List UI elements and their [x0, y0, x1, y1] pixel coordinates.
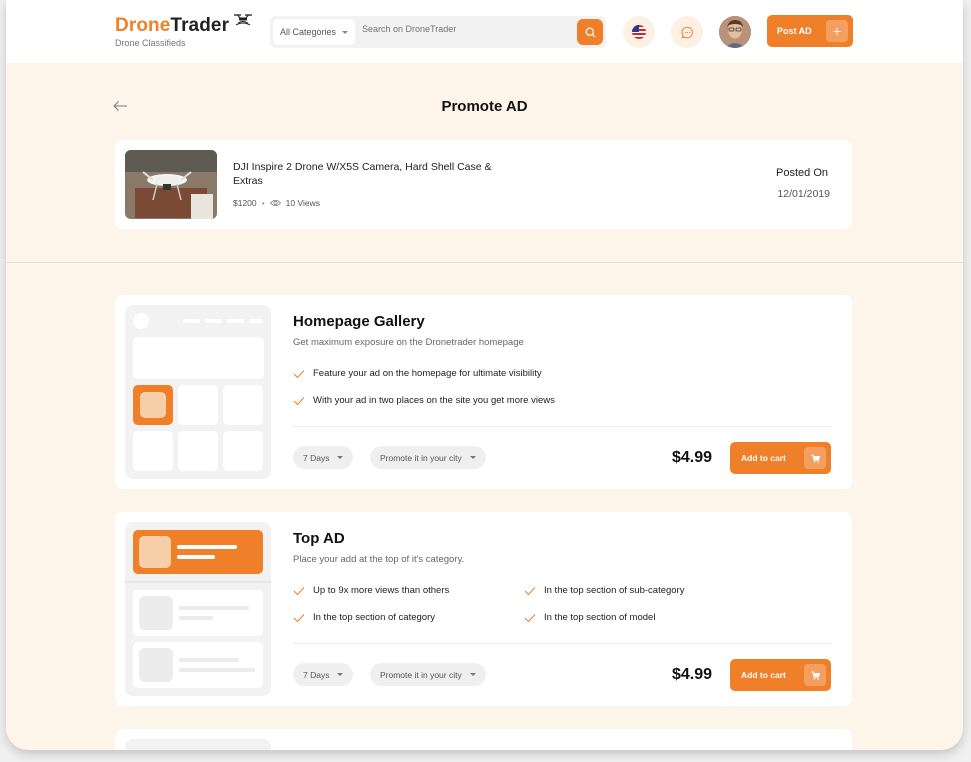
promo-separator: [293, 643, 831, 644]
ad-price: $1200: [233, 198, 257, 208]
chevron-down-icon: [337, 673, 344, 676]
chat-bubble-icon: [680, 26, 693, 39]
chevron-down-icon: [469, 456, 476, 459]
homepage-gallery-illustration: [125, 305, 271, 479]
promo-title: Homepage Gallery: [293, 313, 425, 330]
section-divider: [6, 262, 963, 263]
feature-item: In the top section of model: [524, 612, 655, 623]
cart-icon: [804, 664, 826, 686]
language-button[interactable]: [623, 16, 655, 48]
check-icon: [293, 613, 305, 622]
cart-icon: [804, 447, 826, 469]
location-value: Promote it in your city: [380, 669, 462, 680]
check-icon: [524, 586, 536, 595]
promo-description: Place your add at the top of it's catego…: [293, 554, 465, 565]
check-icon: [293, 369, 305, 378]
location-value: Promote it in your city: [380, 452, 462, 463]
top-header: DroneTrader Drone Classifieds All Catego…: [6, 0, 963, 63]
feature-text: In the top section of category: [313, 612, 435, 623]
category-select-value: All Categories: [280, 27, 337, 37]
promo-card-homepage-gallery: Homepage Gallery Get maximum exposure on…: [115, 295, 852, 489]
logo-title: DroneTrader: [115, 15, 229, 37]
promo-separator: [293, 426, 831, 427]
add-to-cart-label: Add to cart: [741, 453, 786, 463]
promo-price: $4.99: [672, 449, 713, 466]
feature-item: In the top section of category: [293, 612, 435, 623]
add-to-cart-button[interactable]: Add to cart: [730, 442, 831, 474]
eye-icon: [269, 199, 281, 207]
duration-select[interactable]: 7 Days: [293, 663, 354, 686]
location-select[interactable]: Promote it in your city: [370, 446, 486, 469]
check-icon: [524, 613, 536, 622]
ad-views: 10 Views: [285, 198, 320, 208]
logo-trader-text: Trader: [170, 15, 230, 36]
feature-text: Up to 9x more views than others: [313, 585, 450, 596]
post-ad-button[interactable]: Post AD +: [767, 15, 853, 47]
posted-on-label: Posted On: [776, 167, 828, 179]
chevron-down-icon: [342, 30, 349, 34]
check-icon: [293, 396, 305, 405]
ad-summary-card: DJI Inspire 2 Drone W/X5S Camera, Hard S…: [115, 140, 852, 229]
category-select[interactable]: All Categories: [273, 19, 355, 45]
ad-thumbnail: [125, 150, 217, 219]
feature-text: In the top section of model: [544, 612, 656, 623]
ad-title[interactable]: DJI Inspire 2 Drone W/X5S Camera, Hard S…: [233, 160, 493, 188]
feature-text: With your ad in two places on the site y…: [313, 395, 555, 406]
duration-select[interactable]: 7 Days: [293, 446, 354, 469]
drone-photo: [125, 150, 217, 219]
meta-dot: •: [261, 198, 265, 208]
promo-price: $4.99: [672, 666, 713, 683]
promo-description: Get maximum exposure on the Dronetrader …: [293, 337, 524, 348]
duration-value: 7 Days: [303, 452, 330, 463]
search-input[interactable]: [362, 24, 562, 34]
us-flag-icon: [632, 25, 646, 39]
posted-on-date: 12/01/2019: [777, 188, 830, 200]
add-to-cart-button[interactable]: Add to cart: [730, 659, 831, 691]
feature-text: In the top section of sub-category: [544, 585, 685, 596]
top-ad-illustration: [125, 522, 271, 696]
promo-title: Top AD: [293, 530, 345, 547]
location-select[interactable]: Promote it in your city: [370, 663, 486, 686]
feature-item: Up to 9x more views than others: [293, 585, 449, 596]
add-to-cart-label: Add to cart: [741, 670, 786, 680]
feature-text: Feature your ad on the homepage for ulti…: [313, 368, 542, 379]
chevron-down-icon: [469, 673, 476, 676]
check-icon: [293, 586, 305, 595]
post-ad-label: Post AD: [777, 26, 812, 36]
user-avatar[interactable]: [719, 16, 751, 48]
avatar-image: [719, 16, 751, 48]
feature-item: Feature your ad on the homepage for ulti…: [293, 368, 542, 379]
chevron-down-icon: [337, 456, 344, 459]
search-icon: [585, 27, 595, 37]
app-frame: DroneTrader Drone Classifieds All Catego…: [6, 0, 963, 750]
top-ad-layout-graphic: [125, 530, 271, 688]
logo-subtitle: Drone Classifieds: [115, 38, 186, 48]
page-title: Promote AD: [441, 98, 528, 115]
ad-meta: $1200 • 10 Views: [233, 198, 320, 208]
promo-card-top-ad: Top AD Place your add at the top of it's…: [115, 512, 852, 706]
feature-item: With your ad in two places on the site y…: [293, 395, 555, 406]
logo[interactable]: DroneTrader Drone Classifieds: [115, 14, 252, 48]
drone-logo-icon: [234, 14, 252, 26]
feature-item: In the top section of sub-category: [524, 585, 684, 596]
next-card-illustration: [125, 739, 271, 750]
logo-drone-text: Drone: [115, 15, 171, 36]
messages-button[interactable]: [671, 16, 703, 48]
promo-card-next-partial: [115, 729, 852, 750]
duration-value: 7 Days: [303, 669, 330, 680]
search-bar: All Categories: [270, 16, 606, 48]
search-button[interactable]: [577, 19, 603, 45]
plus-icon: +: [826, 20, 848, 42]
gallery-layout-graphic: [133, 313, 264, 471]
